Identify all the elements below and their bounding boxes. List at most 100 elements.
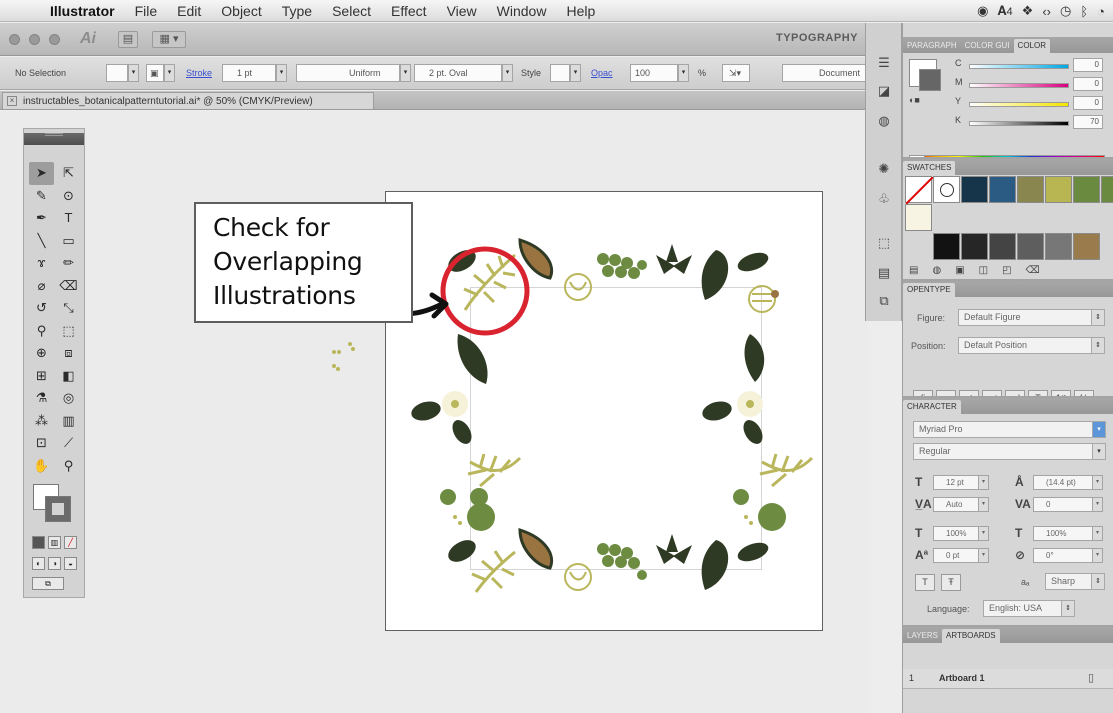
- transform-panel-icon[interactable]: ⬚: [874, 235, 894, 253]
- artboard-tool-icon[interactable]: ⊡: [29, 432, 54, 455]
- lasso-tool-icon[interactable]: ⊙: [56, 185, 81, 208]
- paintbrush-tool-icon[interactable]: ɤ: [29, 252, 54, 275]
- tab-character[interactable]: CHARACTER: [903, 400, 961, 414]
- tools-panel-header[interactable]: [24, 133, 84, 145]
- type-tool-icon[interactable]: T: [56, 207, 81, 230]
- vertical-scale-field[interactable]: 100% ▾: [933, 526, 989, 541]
- eyedropper-tool-icon[interactable]: ⚗: [29, 387, 54, 410]
- draw-behind-icon[interactable]: ◑: [48, 557, 61, 570]
- black-value[interactable]: 70: [1073, 115, 1103, 129]
- magic-wand-tool-icon[interactable]: ✎: [29, 185, 54, 208]
- pathfinder-panel-icon[interactable]: ⧉: [874, 293, 894, 311]
- shape-builder-tool-icon[interactable]: ⊕: [29, 342, 54, 365]
- leading-field[interactable]: (14.4 pt) ▾: [1033, 475, 1103, 490]
- color-swatch[interactable]: [961, 176, 988, 203]
- gradient-tool-icon[interactable]: ◧: [56, 365, 81, 388]
- color-swatch[interactable]: [1045, 233, 1072, 260]
- blob-brush-tool-icon[interactable]: ⌀: [29, 275, 54, 298]
- pencil-tool-icon[interactable]: ✏: [56, 252, 81, 275]
- screen-mode-icon[interactable]: ⧉: [32, 577, 64, 590]
- draw-inside-icon[interactable]: ◒: [64, 557, 77, 570]
- tab-artboards[interactable]: ARTBOARDS: [941, 629, 1000, 643]
- tab-opentype[interactable]: OPENTYPE: [903, 283, 955, 297]
- color-swatch[interactable]: [989, 233, 1016, 260]
- line-tool-icon[interactable]: ╲: [29, 230, 54, 253]
- swatch-kinds-icon[interactable]: ◍: [932, 265, 955, 276]
- selection-tool-icon[interactable]: ➤: [29, 162, 54, 185]
- delete-swatch-icon[interactable]: ⌫: [1026, 265, 1054, 276]
- fill-stroke-widget[interactable]: [33, 484, 77, 528]
- color-swatch[interactable]: [1101, 176, 1113, 203]
- scale-tool-icon[interactable]: ⤡: [56, 297, 81, 320]
- bluetooth-icon[interactable]: ᛒ: [1080, 4, 1088, 19]
- stroke-swatch[interactable]: [45, 496, 71, 522]
- adobe-icon[interactable]: 𝐀4: [997, 3, 1012, 19]
- swatch-options-icon[interactable]: ▣: [955, 265, 978, 276]
- black-slider[interactable]: [969, 121, 1069, 126]
- tracking-field[interactable]: 0 ▾: [1033, 497, 1103, 512]
- new-swatch-icon[interactable]: ◰: [1002, 265, 1025, 276]
- width-tool-icon[interactable]: ⚲: [29, 320, 54, 343]
- baseline-shift-field[interactable]: 0 pt ▾: [933, 548, 989, 563]
- direct-selection-tool-icon[interactable]: ⇱: [56, 162, 81, 185]
- color-mode-icon[interactable]: [32, 536, 45, 549]
- yellow-slider[interactable]: [969, 102, 1069, 107]
- kerning-field[interactable]: Auto ▾: [933, 497, 989, 512]
- all-caps-icon[interactable]: T: [915, 574, 935, 591]
- color-swatch[interactable]: [1017, 233, 1044, 260]
- color-swatch[interactable]: [1073, 233, 1100, 260]
- hand-tool-icon[interactable]: ✋: [29, 455, 54, 478]
- time-machine-icon[interactable]: ◷: [1060, 3, 1071, 19]
- transparency-panel-icon[interactable]: ◪: [874, 83, 894, 101]
- draw-normal-icon[interactable]: ◐: [32, 557, 45, 570]
- character-rotation-field[interactable]: 0° ▾: [1033, 548, 1103, 563]
- font-style-select[interactable]: Regular ▾: [913, 443, 1106, 460]
- color-swatch[interactable]: [1045, 176, 1072, 203]
- eraser-tool-icon[interactable]: ⌫: [56, 275, 81, 298]
- pen-tool-icon[interactable]: ✒: [29, 207, 54, 230]
- cyan-slider[interactable]: [969, 64, 1069, 69]
- color-swatch[interactable]: [905, 204, 932, 231]
- perspective-grid-tool-icon[interactable]: ⧈: [56, 342, 81, 365]
- artboard-list-item[interactable]: 1 Artboard 1 ▯: [903, 669, 1113, 689]
- color-stroke-mini[interactable]: ◐■: [909, 95, 920, 105]
- paragraph-panel-icon[interactable]: ☰: [874, 55, 894, 73]
- magenta-value[interactable]: 0: [1073, 77, 1103, 91]
- figure-select[interactable]: Default Figure ⇕: [958, 309, 1105, 326]
- font-size-field[interactable]: 12 pt ▾: [933, 475, 989, 490]
- align-panel-icon[interactable]: ▤: [874, 265, 894, 283]
- color-stroke-box[interactable]: [919, 69, 941, 91]
- symbols-panel-icon[interactable]: ♧: [874, 191, 894, 209]
- appearance-panel-icon[interactable]: ◍: [874, 113, 894, 131]
- language-select[interactable]: English: USA ⇕: [983, 600, 1075, 617]
- column-graph-tool-icon[interactable]: ▥: [56, 410, 81, 433]
- zoom-tool-icon[interactable]: ⚲: [56, 455, 81, 478]
- font-family-select[interactable]: Myriad Pro ▾: [913, 421, 1106, 438]
- color-swatch[interactable]: [961, 233, 988, 260]
- free-transform-tool-icon[interactable]: ⬚: [56, 320, 81, 343]
- symbol-sprayer-tool-icon[interactable]: ⁂: [29, 410, 54, 433]
- tab-swatches[interactable]: SWATCHES: [903, 161, 956, 175]
- brushes-panel-icon[interactable]: ✺: [874, 161, 894, 179]
- tab-color[interactable]: COLOR: [1013, 39, 1050, 53]
- new-color-group-icon[interactable]: ◫: [979, 265, 1002, 276]
- yellow-value[interactable]: 0: [1073, 96, 1103, 110]
- tab-paragraph[interactable]: PARAGRAPH: [903, 39, 961, 53]
- tab-layers[interactable]: LAYERS: [903, 629, 942, 643]
- none-mode-icon[interactable]: ╱: [64, 536, 77, 549]
- magenta-slider[interactable]: [969, 83, 1069, 88]
- slice-tool-icon[interactable]: ⟋: [56, 432, 81, 455]
- rectangle-tool-icon[interactable]: ▭: [56, 230, 81, 253]
- rotate-tool-icon[interactable]: ↺: [29, 297, 54, 320]
- color-swatch[interactable]: [989, 176, 1016, 203]
- horizontal-scale-field[interactable]: 100% ▾: [1033, 526, 1103, 541]
- artboard-options-icon[interactable]: ▯: [1088, 671, 1094, 684]
- blend-tool-icon[interactable]: ◎: [56, 387, 81, 410]
- none-swatch[interactable]: [905, 176, 933, 204]
- small-caps-icon[interactable]: Ŧ: [941, 574, 961, 591]
- color-swatch[interactable]: [1073, 176, 1100, 203]
- cyan-value[interactable]: 0: [1073, 58, 1103, 72]
- registration-swatch[interactable]: [933, 176, 960, 203]
- record-icon[interactable]: ◉: [977, 3, 988, 19]
- position-select[interactable]: Default Position ⇕: [958, 337, 1105, 354]
